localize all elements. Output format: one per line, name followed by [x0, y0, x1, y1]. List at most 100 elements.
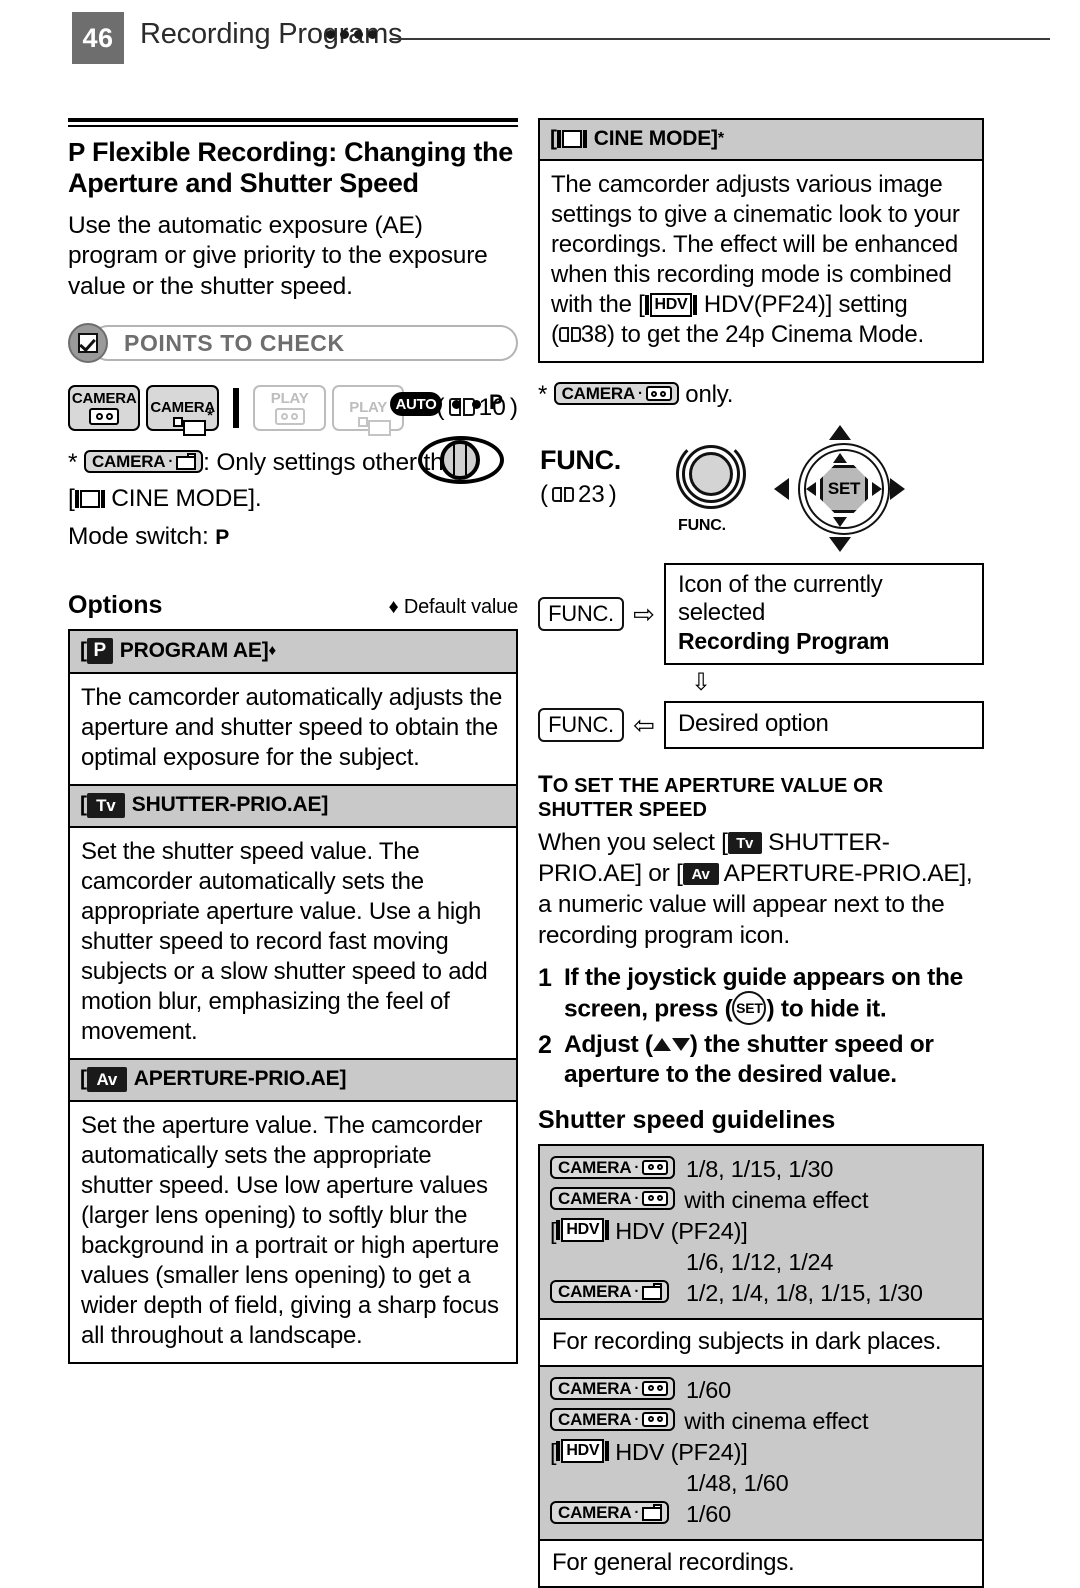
camera-tape-badge: CAMERA · [550, 1186, 676, 1210]
default-value-note: ♦ Default value [388, 596, 518, 619]
heading-first-letter: T [538, 770, 553, 798]
guidelines-row: CAMERA · with cinema effect [550, 1185, 972, 1216]
mode-badge-label: PLAY [349, 398, 388, 416]
only-text: only. [685, 381, 734, 408]
flow-row-2: FUNC. ⇦ Desired option [538, 701, 984, 749]
heading-rest: O SET THE APERTURE VALUE OR SHUTTER SPEE… [538, 774, 884, 821]
points-to-check: POINTS TO CHECK [68, 323, 518, 365]
flow-box-desired-option: Desired option [664, 701, 984, 749]
guidelines-value: 1/2, 1/4, 1/8, 1/15, 1/30 [686, 1279, 923, 1306]
option-name: PROGRAM AE [119, 638, 262, 662]
tape-icon [645, 386, 672, 402]
mode-switch-label: Mode switch: [68, 522, 209, 550]
guidelines-value: with cinema effect [684, 1186, 869, 1213]
step-number: 1 [538, 964, 552, 993]
step-text: If the joystick guide appears on the scr… [564, 963, 984, 1027]
tape-icon [642, 1411, 669, 1427]
cine-mode-header: [ CINE MODE] * [540, 120, 982, 161]
guidelines-value: 1/8, 1/15, 1/30 [686, 1155, 834, 1182]
option-header-shutter-prio: [Tv SHUTTER-PRIO.AE] [70, 785, 516, 828]
book-icon [552, 486, 574, 504]
option-header-program-ae: [P PROGRAM AE] ♦ [70, 630, 516, 674]
to-set-body: When you select [Tv SHUTTER-PRIO.AE] or … [538, 827, 984, 951]
step-2: 2 Adjust ( ) the shutter speed or apertu… [538, 1030, 984, 1090]
step-text: Adjust ( ) the shutter speed or aperture… [564, 1031, 934, 1088]
cine-mode-box: [ CINE MODE] * The camcorder adjusts vari… [538, 118, 984, 363]
mode-switch-value: P [215, 525, 229, 549]
guidelines-hdv-row: [HDV HDV (PF24)] [550, 1216, 972, 1247]
joystick-inner-arrow-up [833, 453, 847, 463]
camera-tape-badge: CAMERA · [550, 1155, 676, 1179]
set-button-icon: SET [732, 991, 767, 1026]
header-dots [326, 30, 377, 39]
joystick-set-button[interactable]: SET [820, 465, 868, 513]
func-key-1[interactable]: FUNC. [538, 597, 624, 632]
camera-tape-badge: CAMERA · [550, 1407, 676, 1431]
mode-badge-play-tape: PLAY [253, 385, 326, 432]
joystick-inner-arrow-down [833, 517, 847, 527]
guidelines-value: 1/48, 1/60 [686, 1469, 789, 1496]
option-body-shutter-prio: Set the shutter speed value. The camcord… [70, 828, 516, 1060]
options-header: Options ♦ Default value [68, 591, 518, 620]
option-name: SHUTTER-PRIO.AE [131, 793, 322, 817]
guidelines-row: 1/48, 1/60 [550, 1468, 972, 1499]
asterisk-marker: * [717, 130, 724, 147]
camera-tape-badge: CAMERA · [550, 1376, 676, 1400]
footnote-asterisk: * [68, 449, 78, 477]
default-value-label: Default value [403, 595, 518, 618]
book-icon [558, 327, 581, 344]
aperture-prio-icon: Av [86, 1066, 127, 1092]
mode-separator [232, 388, 240, 429]
flow-box-text: Desired option [678, 710, 829, 738]
shutter-guidelines-table: CAMERA · 1/8, 1/15, 1/30 CAMERA · with c… [538, 1143, 984, 1588]
mode-badge-label: CAMERA [71, 390, 137, 408]
flow-box-line1: Icon of the currently selected [678, 571, 883, 626]
section-intro: Use the automatic exposure (AE) program … [68, 211, 488, 301]
mode-switch-line: Mode switch: P [68, 521, 518, 553]
section-title: P Flexible Recording: Changing the Apertu… [68, 137, 518, 199]
diamond-icon: ♦ [388, 595, 399, 618]
page-header: 46 Recording Programs [0, 0, 1080, 86]
func-page-reference: (23) [540, 481, 617, 508]
joystick-arrow-up [829, 425, 851, 440]
tape-icon [274, 408, 305, 426]
camera-tape-only-note: * CAMERA · only. [538, 381, 984, 409]
program-p-icon: P [68, 137, 86, 167]
tape-icon [642, 1190, 669, 1206]
cine-mode-body: The camcorder adjusts various image sett… [551, 171, 960, 348]
card-icon [642, 1503, 663, 1521]
film-icon [556, 130, 587, 148]
default-marker: ♦ [268, 642, 277, 660]
joystick-arrow-down [829, 537, 851, 552]
up-down-arrows-icon [652, 1038, 690, 1052]
camera-card-badge: CAMERA · [83, 450, 204, 474]
procedure-steps: 1 If the joystick guide appears on the s… [538, 963, 984, 1090]
section-title-text: Flexible Recording: Changing the Apertur… [68, 137, 513, 198]
guidelines-value: HDV (PF24)] [615, 1438, 748, 1465]
mode-badge-camera-card: CAMERA * [146, 385, 219, 436]
guidelines-value: 1/60 [686, 1376, 731, 1403]
joystick-inner-arrow-right [872, 482, 882, 496]
tape-icon [642, 1380, 669, 1396]
func-key-2[interactable]: FUNC. [538, 707, 624, 742]
joystick-arrow-left [774, 478, 789, 500]
func-label: FUNC. [540, 445, 621, 475]
program-ae-icon: P [86, 637, 113, 664]
guidelines-row: 1/6, 1/12, 1/24 [550, 1247, 972, 1278]
asterisk-marker: * [207, 407, 213, 425]
guidelines-row: CAMERA · 1/60 [550, 1375, 972, 1406]
guidelines-row: CAMERA · 1/60 [550, 1499, 972, 1530]
flow-arrow-right-1: ⇨ [633, 599, 655, 630]
shutter-prio-icon: Tv [727, 832, 762, 855]
joystick-inner-arrow-left [806, 482, 816, 496]
shutter-guidelines-title: Shutter speed guidelines [538, 1105, 836, 1134]
joystick-illustration: SET [774, 425, 905, 552]
step-number: 2 [538, 1031, 552, 1060]
flow-box-line2: Recording Program [678, 628, 890, 655]
mode-badge-camera-tape: CAMERA [68, 385, 141, 432]
option-name: APERTURE-PRIO.AE [133, 1067, 340, 1091]
guidelines-caption-2: For general recordings. [540, 1538, 982, 1586]
guidelines-value: HDV (PF24)] [615, 1217, 748, 1244]
options-table: [P PROGRAM AE] ♦ The camcorder automatica… [68, 628, 518, 1364]
hdv-badge: HDV [644, 292, 698, 317]
